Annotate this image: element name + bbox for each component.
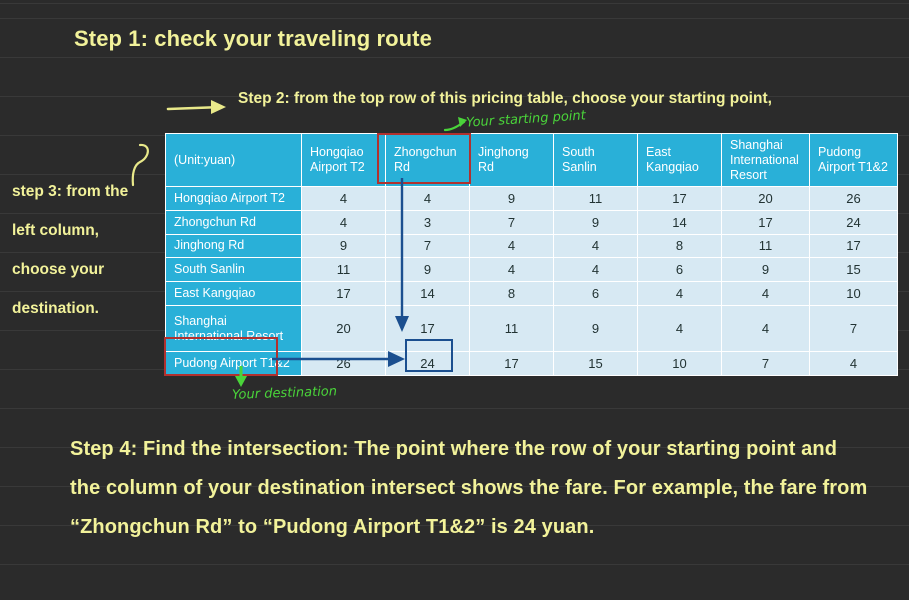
cell-5-6: 7 — [809, 304, 898, 353]
cell-6-1: 24 — [385, 351, 470, 376]
cell-3-6: 15 — [809, 257, 898, 283]
cell-6-3: 15 — [553, 351, 638, 376]
pricing-table-container: (Unit:yuan) Hongqiao Airport T2 Zhongchu… — [165, 133, 898, 376]
cell-0-5: 20 — [721, 186, 810, 211]
col-header-pudong-airport-t1-2[interactable]: Pudong Airport T1&2 — [809, 133, 898, 187]
row-header-jinghong-rd[interactable]: Jinghong Rd — [165, 233, 302, 259]
cell-2-0: 9 — [301, 233, 386, 259]
cell-1-4: 14 — [637, 209, 722, 235]
starting-point-annotation: Your starting point — [465, 108, 587, 131]
cell-1-5: 17 — [721, 209, 810, 235]
col-header-shanghai-international-resort[interactable]: Shanghai International Resort — [721, 133, 810, 187]
cell-4-5: 4 — [721, 281, 810, 306]
cell-5-0: 20 — [301, 304, 386, 353]
table-row: Zhongchun Rd 4 3 7 9 14 17 24 — [165, 209, 898, 235]
yellow-arrow-icon — [166, 100, 226, 114]
cell-0-1: 4 — [385, 186, 470, 211]
table-row: Jinghong Rd 9 7 4 4 8 11 17 — [165, 233, 898, 259]
cell-5-3: 9 — [553, 304, 638, 353]
col-header-jinghong-rd[interactable]: Jinghong Rd — [469, 133, 554, 187]
cell-4-6: 10 — [809, 281, 898, 306]
cell-1-1: 3 — [385, 209, 470, 235]
step3-line-4: destination. — [12, 300, 99, 317]
cell-2-3: 4 — [553, 233, 638, 259]
cell-3-2: 4 — [469, 257, 554, 283]
step3-instruction: step 3: from the left column, choose you… — [12, 172, 162, 328]
col-header-hongqiao-airport-t2[interactable]: Hongqiao Airport T2 — [301, 133, 386, 187]
cell-5-2: 11 — [469, 304, 554, 353]
cell-5-1: 17 — [385, 304, 470, 353]
row-header-shanghai-international-resort[interactable]: Shanghai International Resort — [165, 304, 302, 353]
table-row: East Kangqiao 17 14 8 6 4 4 10 — [165, 281, 898, 306]
col-header-zhongchun-rd[interactable]: Zhongchun Rd — [385, 133, 470, 187]
step4-instruction: Step 4: Find the intersection: The point… — [70, 438, 868, 538]
table-corner-label: (Unit:yuan) — [165, 133, 302, 187]
cell-4-3: 6 — [553, 281, 638, 306]
cell-3-0: 11 — [301, 257, 386, 283]
cell-5-5: 4 — [721, 304, 810, 353]
cell-6-0: 26 — [301, 351, 386, 376]
cell-2-5: 11 — [721, 233, 810, 259]
cell-1-2: 7 — [469, 209, 554, 235]
table-row: South Sanlin 11 9 4 4 6 9 15 — [165, 257, 898, 283]
cell-3-3: 4 — [553, 257, 638, 283]
row-header-south-sanlin[interactable]: South Sanlin — [165, 257, 302, 283]
cell-4-1: 14 — [385, 281, 470, 306]
cell-0-0: 4 — [301, 186, 386, 211]
step3-line-1: step 3: from the — [12, 183, 129, 200]
row-header-pudong-airport-t1-2[interactable]: Pudong Airport T1&2 — [165, 351, 302, 376]
cell-5-4: 4 — [637, 304, 722, 353]
col-header-east-kangqiao[interactable]: East Kangqiao — [637, 133, 722, 187]
cell-1-6: 24 — [809, 209, 898, 235]
cell-4-2: 8 — [469, 281, 554, 306]
cell-0-6: 26 — [809, 186, 898, 211]
row-header-east-kangqiao[interactable]: East Kangqiao — [165, 281, 302, 306]
cell-2-6: 17 — [809, 233, 898, 259]
table-header-row: (Unit:yuan) Hongqiao Airport T2 Zhongchu… — [165, 133, 898, 187]
cell-0-2: 9 — [469, 186, 554, 211]
cell-3-4: 6 — [637, 257, 722, 283]
table-row: Pudong Airport T1&2 26 24 17 15 10 7 4 — [165, 351, 898, 376]
cell-3-1: 9 — [385, 257, 470, 283]
cell-6-5: 7 — [721, 351, 810, 376]
step2-instruction: Step 2: from the top row of this pricing… — [238, 90, 772, 107]
pricing-table: (Unit:yuan) Hongqiao Airport T2 Zhongchu… — [165, 133, 898, 376]
cell-0-3: 11 — [553, 186, 638, 211]
cell-1-3: 9 — [553, 209, 638, 235]
cell-2-1: 7 — [385, 233, 470, 259]
col-header-south-sanlin[interactable]: South Sanlin — [553, 133, 638, 187]
table-row: Hongqiao Airport T2 4 4 9 11 17 20 26 — [165, 186, 898, 211]
cell-6-2: 17 — [469, 351, 554, 376]
cell-4-0: 17 — [301, 281, 386, 306]
row-header-zhongchun-rd[interactable]: Zhongchun Rd — [165, 209, 302, 235]
cell-2-4: 8 — [637, 233, 722, 259]
step3-line-2: left column, — [12, 222, 99, 239]
cell-6-4: 10 — [637, 351, 722, 376]
cell-6-6: 4 — [809, 351, 898, 376]
step1-heading: Step 1: check your traveling route — [74, 26, 432, 51]
step3-line-3: choose your — [12, 261, 105, 278]
cell-1-0: 4 — [301, 209, 386, 235]
cell-4-4: 4 — [637, 281, 722, 306]
row-header-hongqiao-airport-t2[interactable]: Hongqiao Airport T2 — [165, 186, 302, 211]
cell-2-2: 4 — [469, 233, 554, 259]
cell-0-4: 17 — [637, 186, 722, 211]
destination-annotation: Your destination — [231, 384, 338, 403]
table-row: Shanghai International Resort 20 17 11 9… — [165, 304, 898, 353]
cell-3-5: 9 — [721, 257, 810, 283]
